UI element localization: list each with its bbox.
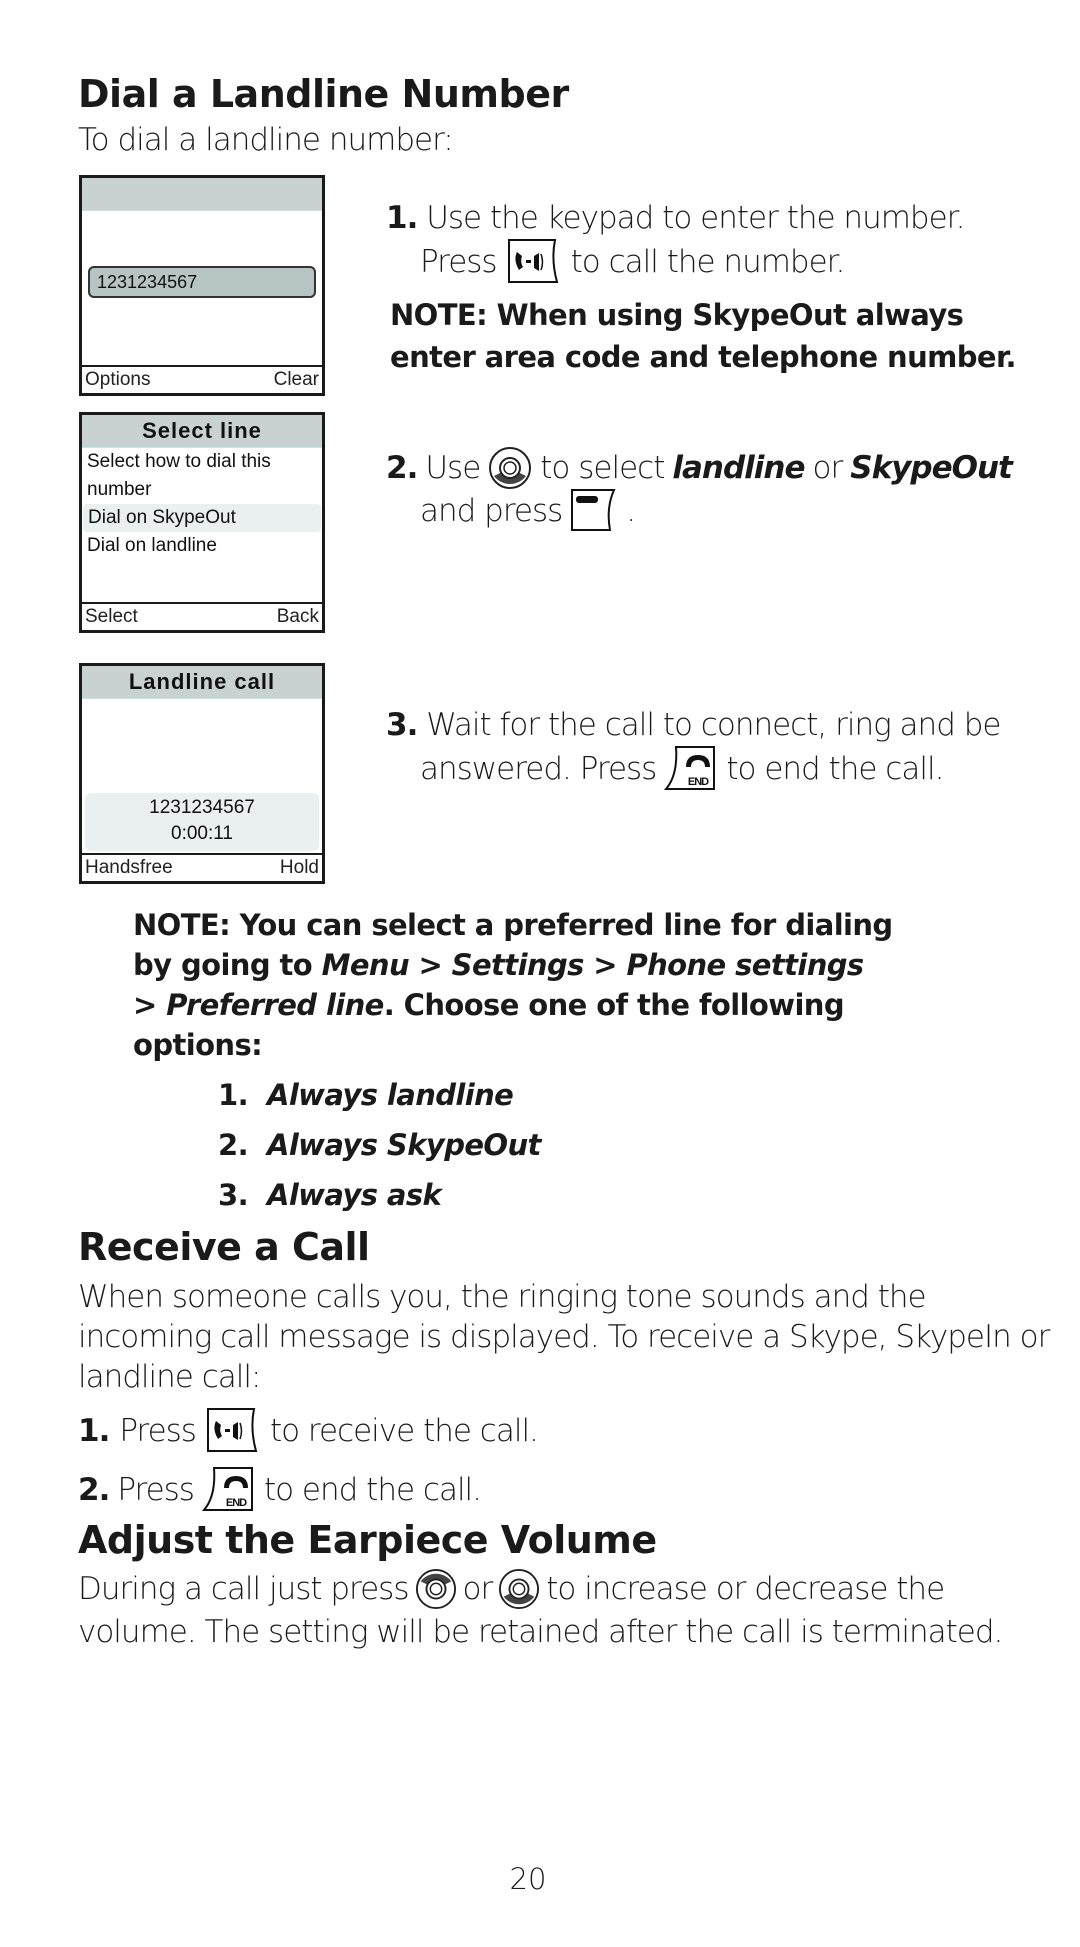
softkey-hold: Hold (279, 857, 319, 878)
receive-para-line3: landline call: (78, 1359, 261, 1395)
step3-line1: 3. Wait for the call to connect, ring an… (386, 705, 1001, 745)
volume-or: or (462, 1571, 494, 1607)
step2-use: Use (425, 450, 481, 486)
softkey-back: Back (276, 606, 319, 627)
volume-line1: During a call just press or to increase … (78, 1568, 945, 1610)
menu-option-skypeout: Dial on SkypeOut (83, 504, 321, 532)
receive-step1-text: to receive the call. (269, 1413, 539, 1449)
step2-to-select: to select (540, 450, 665, 486)
step2-period: . (626, 493, 636, 529)
softkey-select: Select (85, 606, 138, 627)
nav-key-up-icon (415, 1568, 457, 1610)
section-title-volume: Adjust the Earpiece Volume (78, 1518, 657, 1562)
receive-para-line2: incoming call message is displayed. To r… (78, 1319, 1050, 1355)
volume-during-call: During a call just press (78, 1571, 409, 1607)
step1-line2: Press to call the number. (420, 238, 846, 286)
page-number: 20 (509, 1862, 547, 1896)
option-number: 3. (218, 1178, 249, 1212)
step1-number: 1. (386, 200, 418, 236)
call-timer: 0:00:11 (171, 823, 233, 844)
step3-text: Wait for the call to connect, ring and b… (426, 707, 1001, 743)
option-label: Always SkypeOut (267, 1128, 541, 1162)
screen-title-select-line: Select line (82, 415, 322, 448)
softkey-handsfree: Handsfree (85, 857, 173, 878)
menu-option-landline: Dial on landline (87, 535, 217, 556)
receive-step2-text: to end the call. (263, 1472, 482, 1508)
screen-header (82, 178, 322, 211)
dial-intro: To dial a landline number: (78, 122, 454, 158)
note-preferred-line3: > Preferred line. Choose one of the foll… (133, 985, 845, 1025)
talk-key-icon (206, 1407, 260, 1455)
section-title-receive: Receive a Call (78, 1225, 370, 1269)
note-skypeout-line2: enter area code and telephone number. (390, 340, 1017, 374)
step1-call-text: to call the number. (570, 244, 846, 280)
step2-skypeout: SkypeOut (850, 450, 1013, 486)
option-number: 1. (218, 1078, 249, 1112)
option-number: 2. (218, 1128, 249, 1162)
phone-screen-dial-number: 1231234567 Options Clear (79, 175, 325, 396)
softkey-bar: Select Back (82, 602, 322, 630)
screen-title-landline-call: Landline call (82, 666, 322, 699)
end-key-icon (664, 745, 718, 793)
step2-or: or (812, 450, 844, 486)
softkey-options: Options (85, 369, 151, 390)
left-softkey-icon (570, 488, 618, 534)
nav-key-down-icon (498, 1568, 540, 1610)
step3-number: 3. (386, 707, 418, 743)
step1-line1: 1. Use the keypad to enter the number. (386, 198, 965, 238)
nav-key-down-icon (488, 446, 532, 490)
receive-para-line1: When someone calls you, the ringing tone… (78, 1279, 927, 1315)
note-preferred-line1: NOTE: You can select a preferred line fo… (133, 908, 893, 942)
receive-step1: 1. Press to receive the call. (78, 1407, 539, 1455)
option-list-item: 2. Always SkypeOut (218, 1125, 541, 1165)
volume-line2: volume. The setting will be retained aft… (78, 1614, 1003, 1650)
step2-line1: 2. Use to select landline or SkypeOut (386, 446, 1013, 490)
receive-step1-press: Press (119, 1413, 197, 1449)
step3-answered-press: answered. Press (420, 751, 657, 787)
step3-line2: answered. Press to end the call. (420, 745, 944, 793)
screen-prompt-line1: Select how to dial this (87, 451, 271, 472)
receive-step1-number: 1. (78, 1413, 110, 1449)
softkey-bar: Options Clear (82, 365, 322, 393)
call-number: 1231234567 (149, 797, 255, 818)
note-menu-path: Menu > Settings > Phone settings (321, 948, 865, 982)
phone-screen-select-line: Select line Select how to dial this numb… (79, 412, 325, 633)
call-info-panel: 1231234567 0:00:11 (85, 793, 319, 851)
step3-end-text: to end the call. (726, 751, 944, 787)
volume-increase-text: to increase or decrease the (546, 1571, 945, 1607)
note-by-going-to: by going to (133, 948, 313, 982)
note-preferred-line4: options: (133, 1028, 263, 1062)
softkey-bar: Handsfree Hold (82, 853, 322, 881)
option-label: Always landline (267, 1078, 514, 1112)
screen-prompt-line2: number (87, 479, 152, 500)
option-list-item: 1. Always landline (218, 1075, 514, 1115)
note-choose-text: . Choose one of the following (383, 988, 845, 1022)
talk-key-icon (507, 238, 561, 286)
note-preferred-line-path: > Preferred line (133, 988, 384, 1022)
option-list-item: 3. Always ask (218, 1175, 442, 1215)
option-label: Always ask (267, 1178, 442, 1212)
step1-text: Use the keypad to enter the number. (426, 200, 965, 236)
step2-landline: landline (672, 450, 805, 486)
receive-step2: 2. Press to end the call. (78, 1466, 482, 1514)
step2-line2: and press . (420, 488, 636, 534)
note-preferred-line2: by going to Menu > Settings > Phone sett… (133, 945, 864, 985)
receive-step2-number: 2. (78, 1472, 110, 1508)
step1-press-text: Press (420, 244, 498, 280)
phone-screen-landline-call: Landline call 1231234567 0:00:11 Handsfr… (79, 663, 325, 884)
step2-number: 2. (386, 450, 418, 486)
softkey-clear: Clear (273, 369, 319, 390)
section-title-dial: Dial a Landline Number (78, 72, 569, 116)
end-key-icon (202, 1466, 256, 1514)
step2-and-press: and press (420, 493, 563, 529)
note-skypeout-line1: NOTE: When using SkypeOut always (390, 298, 964, 332)
number-entry-field: 1231234567 (88, 266, 316, 298)
receive-step2-press: Press (117, 1472, 195, 1508)
